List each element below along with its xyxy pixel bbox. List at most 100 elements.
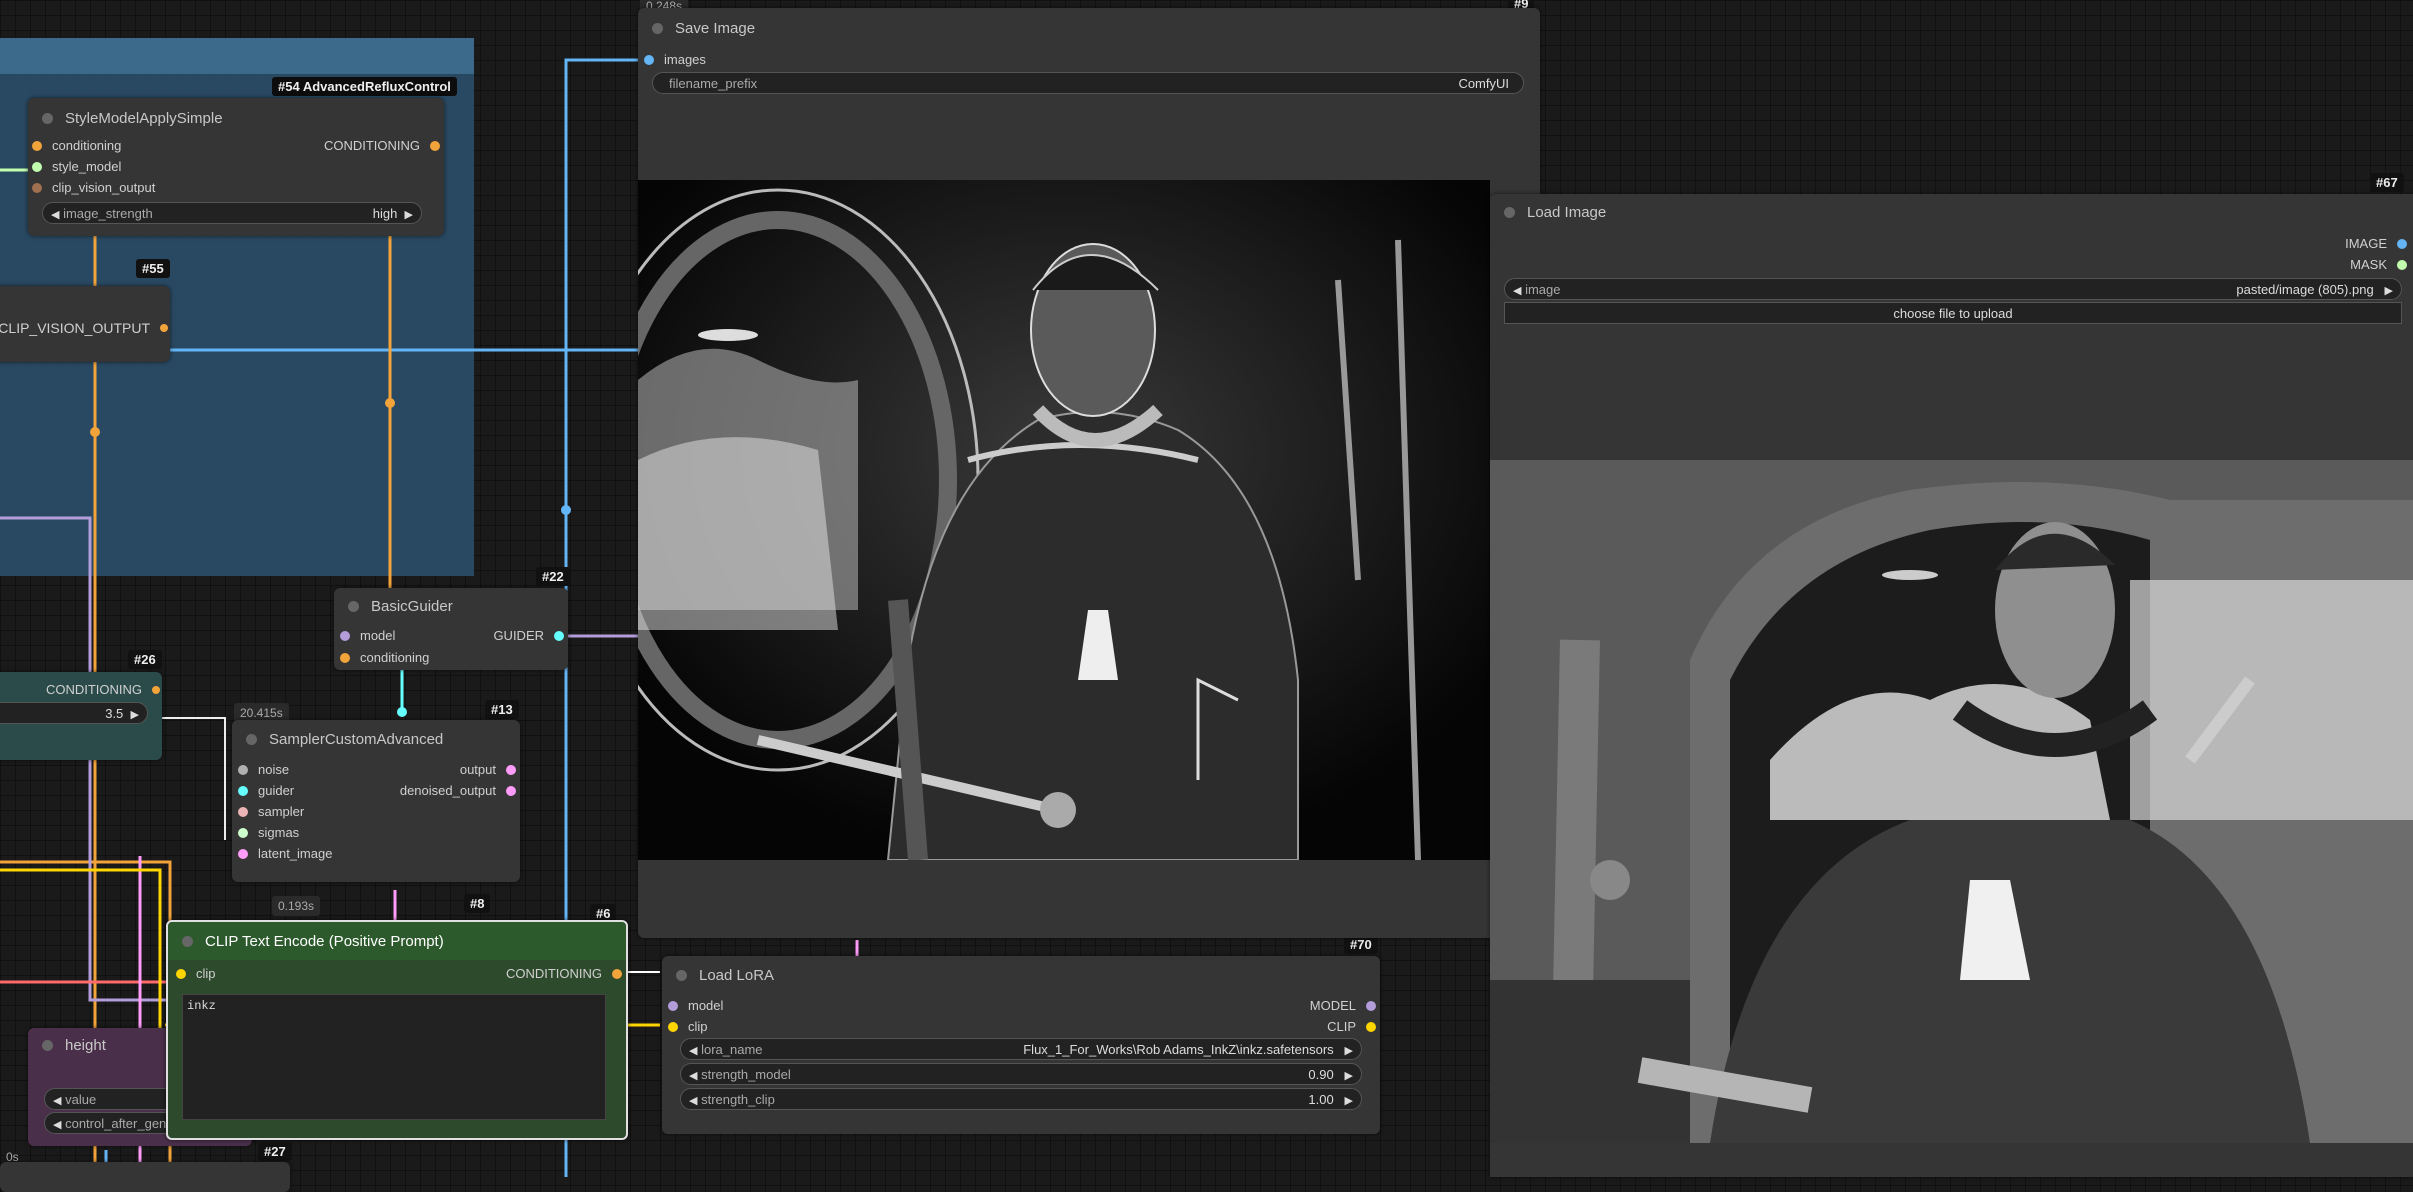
widget-value: 1.00 [1308,1091,1334,1107]
widget-value: 0.90 [1308,1066,1334,1082]
input-sampler[interactable]: sampler [238,804,304,819]
save-image-node[interactable]: Save Image images filename_prefix ComfyU… [638,8,1540,938]
widget-label: filename_prefix [669,75,758,91]
widget-value: pasted/image (805).png [2236,281,2374,297]
node-title[interactable]: SamplerCustomAdvanced [232,720,520,758]
input-clip[interactable]: clip [176,966,216,981]
input-model[interactable]: model [340,628,395,643]
load-image-node[interactable]: Load Image IMAGE MASK ◀ image pasted/ima… [1490,194,2413,1177]
style-model-apply-node[interactable]: StyleModelApplySimple conditioning style… [28,98,444,236]
collapse-dot[interactable] [246,733,257,745]
increment-icon[interactable]: ▶ [2385,285,2393,297]
input-images[interactable]: images [644,52,706,67]
node-title[interactable]: Load Image [1490,194,2413,230]
sampler-custom-advanced-node[interactable]: SamplerCustomAdvanced noise guider sampl… [232,720,520,882]
output-image-preview [638,180,1490,860]
node-title[interactable]: CLIP Text Encode (Positive Prompt) [168,922,626,960]
decrement-icon[interactable]: ◀ [689,1045,697,1057]
widget-label: strength_model [701,1066,791,1082]
clip-vision-node[interactable]: CLIP_VISION_OUTPUT [0,286,170,362]
image-strength-widget[interactable]: ◀ image_strength high ▶ [42,202,422,224]
node-title-text: height [65,1036,106,1054]
timing-8: 0.193s [272,896,321,916]
increment-icon[interactable]: ▶ [1345,1070,1353,1082]
collapse-dot[interactable] [1504,206,1515,218]
input-model[interactable]: model [668,998,723,1013]
slot-label: MASK [2350,257,2387,272]
output-denoised[interactable]: denoised_output [400,783,516,798]
output-clip-vision[interactable]: CLIP_VISION_OUTPUT [0,320,168,336]
guidance-widget[interactable]: 3.5 ▶ [0,702,148,724]
input-sigmas[interactable]: sigmas [238,825,299,840]
prompt-textarea[interactable]: inkz [182,994,606,1120]
collapse-dot[interactable] [42,112,53,124]
load-lora-node[interactable]: Load LoRA model clip MODEL CLIP ◀ lora_n… [662,956,1380,1134]
widget-label: strength_clip [701,1091,775,1107]
widget-label: lora_name [701,1041,763,1057]
slot-label: style_model [52,159,122,174]
collapse-dot[interactable] [348,600,359,612]
input-latent-image[interactable]: latent_image [238,846,332,861]
widget-value: 3.5 [105,705,124,721]
partial-node-27[interactable] [0,1162,290,1192]
output-model[interactable]: MODEL [1310,998,1376,1013]
output-conditioning[interactable]: CONDITIONING [324,138,440,153]
node-title-text: StyleModelApplySimple [65,109,223,127]
input-noise[interactable]: noise [238,762,289,777]
node-id-8: #8 [464,894,491,913]
slot-label: clip_vision_output [52,180,156,195]
widget-label: value [65,1091,97,1107]
ink-astronaut-image [638,180,1490,860]
flux-guidance-node[interactable]: CONDITIONING 3.5 ▶ [0,672,162,760]
node-title[interactable]: BasicGuider [334,588,568,624]
collapse-dot[interactable] [652,22,663,34]
input-conditioning[interactable]: conditioning [340,650,429,665]
slot-label: noise [258,762,290,777]
input-conditioning[interactable]: conditioning [32,138,121,153]
slot-label: CONDITIONING [45,682,142,697]
node-title[interactable]: Load LoRA [662,956,1380,994]
upload-button[interactable]: choose file to upload [1504,302,2402,324]
slot-label: CONDITIONING [323,138,420,153]
strength-model-widget[interactable]: ◀ strength_model 0.90 ▶ [680,1063,1362,1085]
output-guider[interactable]: GUIDER [493,628,564,643]
decrement-icon[interactable]: ◀ [53,1095,61,1107]
input-clip-vision-output[interactable]: clip_vision_output [32,180,155,195]
collapse-dot[interactable] [676,969,687,981]
decrement-icon[interactable]: ◀ [1513,285,1521,297]
input-guider[interactable]: guider [238,783,294,798]
decrement-icon[interactable]: ◀ [51,209,59,221]
node-title[interactable]: Save Image [638,8,1540,48]
decrement-icon[interactable]: ◀ [53,1119,61,1131]
increment-icon[interactable]: ▶ [1345,1045,1353,1057]
node-title[interactable]: StyleModelApplySimple [28,98,444,138]
collapse-dot[interactable] [182,935,193,947]
increment-icon[interactable]: ▶ [1345,1095,1353,1107]
slot-label: model [688,998,724,1013]
filename-prefix-widget[interactable]: filename_prefix ComfyUI [652,72,1524,94]
output-conditioning[interactable]: CONDITIONING [506,966,622,981]
output-image[interactable]: IMAGE [2345,236,2407,251]
widget-label: control_after_gene [65,1115,174,1131]
image-select-widget[interactable]: ◀ image pasted/image (805).png ▶ [1504,278,2402,300]
lora-name-widget[interactable]: ◀ lora_name Flux_1_For_Works\Rob Adams_I… [680,1038,1362,1060]
collapse-dot[interactable] [42,1039,53,1051]
clip-text-encode-node[interactable]: CLIP Text Encode (Positive Prompt) clip … [166,920,628,1140]
astronaut-photo-image [1490,460,2413,1143]
increment-icon[interactable]: ▶ [131,709,139,721]
basic-guider-node[interactable]: BasicGuider model conditioning GUIDER [334,588,568,670]
input-style-model[interactable]: style_model [32,159,121,174]
output-output[interactable]: output [460,762,516,777]
node-title-text: SamplerCustomAdvanced [269,730,444,748]
increment-icon[interactable]: ▶ [405,209,413,221]
slot-label: images [664,52,706,67]
slot-label: sampler [258,804,305,819]
output-conditioning[interactable]: CONDITIONING [46,682,160,697]
slot-label: guider [258,783,295,798]
input-clip[interactable]: clip [668,1019,708,1034]
strength-clip-widget[interactable]: ◀ strength_clip 1.00 ▶ [680,1088,1362,1110]
output-mask[interactable]: MASK [2350,257,2407,272]
decrement-icon[interactable]: ◀ [689,1095,697,1107]
decrement-icon[interactable]: ◀ [689,1070,697,1082]
output-clip[interactable]: CLIP [1327,1019,1376,1034]
